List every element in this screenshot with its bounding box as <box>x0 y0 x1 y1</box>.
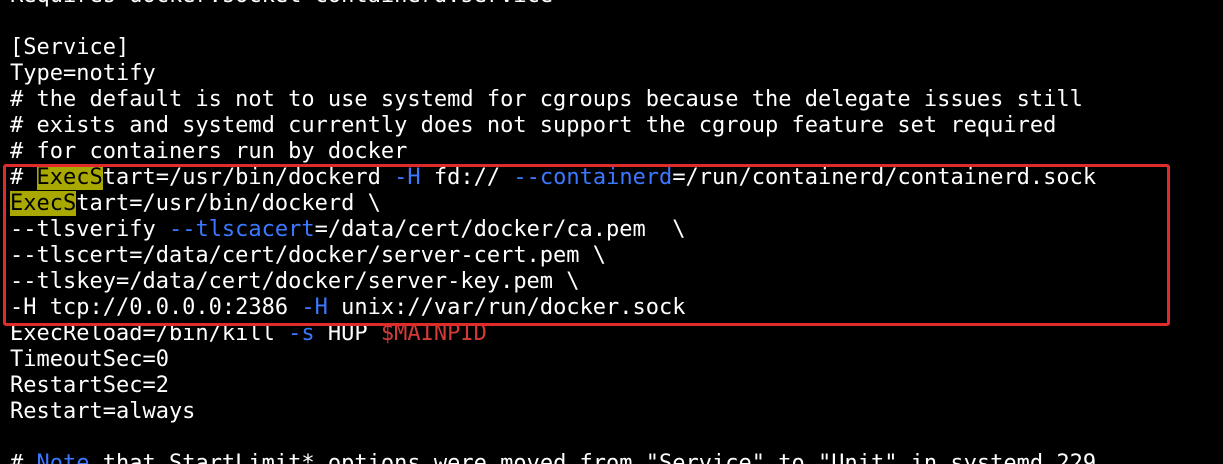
line-text: --tlskey=/data/cert/docker/server-key.pe… <box>10 269 580 294</box>
line-text: # exists and systemd currently does not … <box>10 113 1057 138</box>
line-text: --tlsverify <box>10 217 169 242</box>
line-text: =/data/cert/docker/ca.pem \ <box>314 217 686 242</box>
line-text: [Service] <box>10 35 130 60</box>
line-text: tart=/usr/bin/dockerd <box>102 165 395 190</box>
syntax-variable: $MAINPID <box>380 321 487 346</box>
terminal-line: --tlsverify --tlscacert=/data/cert/docke… <box>10 217 686 243</box>
syntax-option: --containerd <box>513 165 673 190</box>
terminal-line: --tlskey=/data/cert/docker/server-key.pe… <box>10 269 580 295</box>
terminal-line: # the default is not to use systemd for … <box>10 87 1083 113</box>
syntax-option: -H <box>301 295 328 320</box>
terminal-line: # ExecStart=/usr/bin/dockerd -H fd:// --… <box>10 165 1096 191</box>
terminal-line: TimeoutSec=0 <box>10 347 169 373</box>
terminal-line: [Service] <box>10 35 129 61</box>
line-text: HUP <box>314 321 381 346</box>
syntax-option: -H <box>394 165 421 190</box>
line-text: # <box>10 165 37 190</box>
syntax-option: --tlscacert <box>168 217 315 242</box>
terminal-line: # Note that StartLimit* options were mov… <box>10 451 1109 464</box>
search-match: ExecS <box>10 191 77 216</box>
line-text: Requires=docker.socket containerd.servic… <box>10 0 553 8</box>
line-text: unix://var/run/docker.sock <box>327 295 686 320</box>
line-text: tart=/usr/bin/dockerd \ <box>76 191 381 216</box>
line-text: TimeoutSec=0 <box>10 347 169 372</box>
line-text: =/run/containerd/containerd.sock <box>672 165 1097 190</box>
line-text: Type=notify <box>10 61 156 86</box>
line-text: # the default is not to use systemd for … <box>10 87 1083 112</box>
line-text: RestartSec=2 <box>10 373 169 398</box>
syntax-option: -s <box>288 321 315 346</box>
line-text: # <box>10 451 37 464</box>
line-text: that StartLimit* options were moved from… <box>89 451 1110 464</box>
terminal-line: Type=notify <box>10 61 156 87</box>
line-text: # for containers run by docker <box>10 139 408 164</box>
terminal-line: --tlscert=/data/cert/docker/server-cert.… <box>10 243 606 269</box>
terminal-line: ExecStart=/usr/bin/dockerd \ <box>10 191 381 217</box>
line-text: fd:// <box>420 165 514 190</box>
terminal-line: # for containers run by docker <box>10 139 407 165</box>
search-match: ExecS <box>36 165 103 190</box>
terminal-line: # exists and systemd currently does not … <box>10 113 1056 139</box>
line-text: -H tcp://0.0.0.0:2386 <box>10 295 302 320</box>
terminal-line: RestartSec=2 <box>10 373 169 399</box>
terminal-line: Restart=always <box>10 399 195 425</box>
syntax-option: Note <box>36 451 90 464</box>
terminal-line: Requires=docker.socket containerd.servic… <box>10 0 553 9</box>
line-text: --tlscert=/data/cert/docker/server-cert.… <box>10 243 607 268</box>
line-text: ExecReload=/bin/kill <box>10 321 289 346</box>
terminal-line: -H tcp://0.0.0.0:2386 -H unix://var/run/… <box>10 295 686 321</box>
terminal-line: ExecReload=/bin/kill -s HUP $MAINPID <box>10 321 487 347</box>
line-text: Restart=always <box>10 399 196 424</box>
terminal-window[interactable]: Requires=docker.socket containerd.servic… <box>0 0 1223 464</box>
